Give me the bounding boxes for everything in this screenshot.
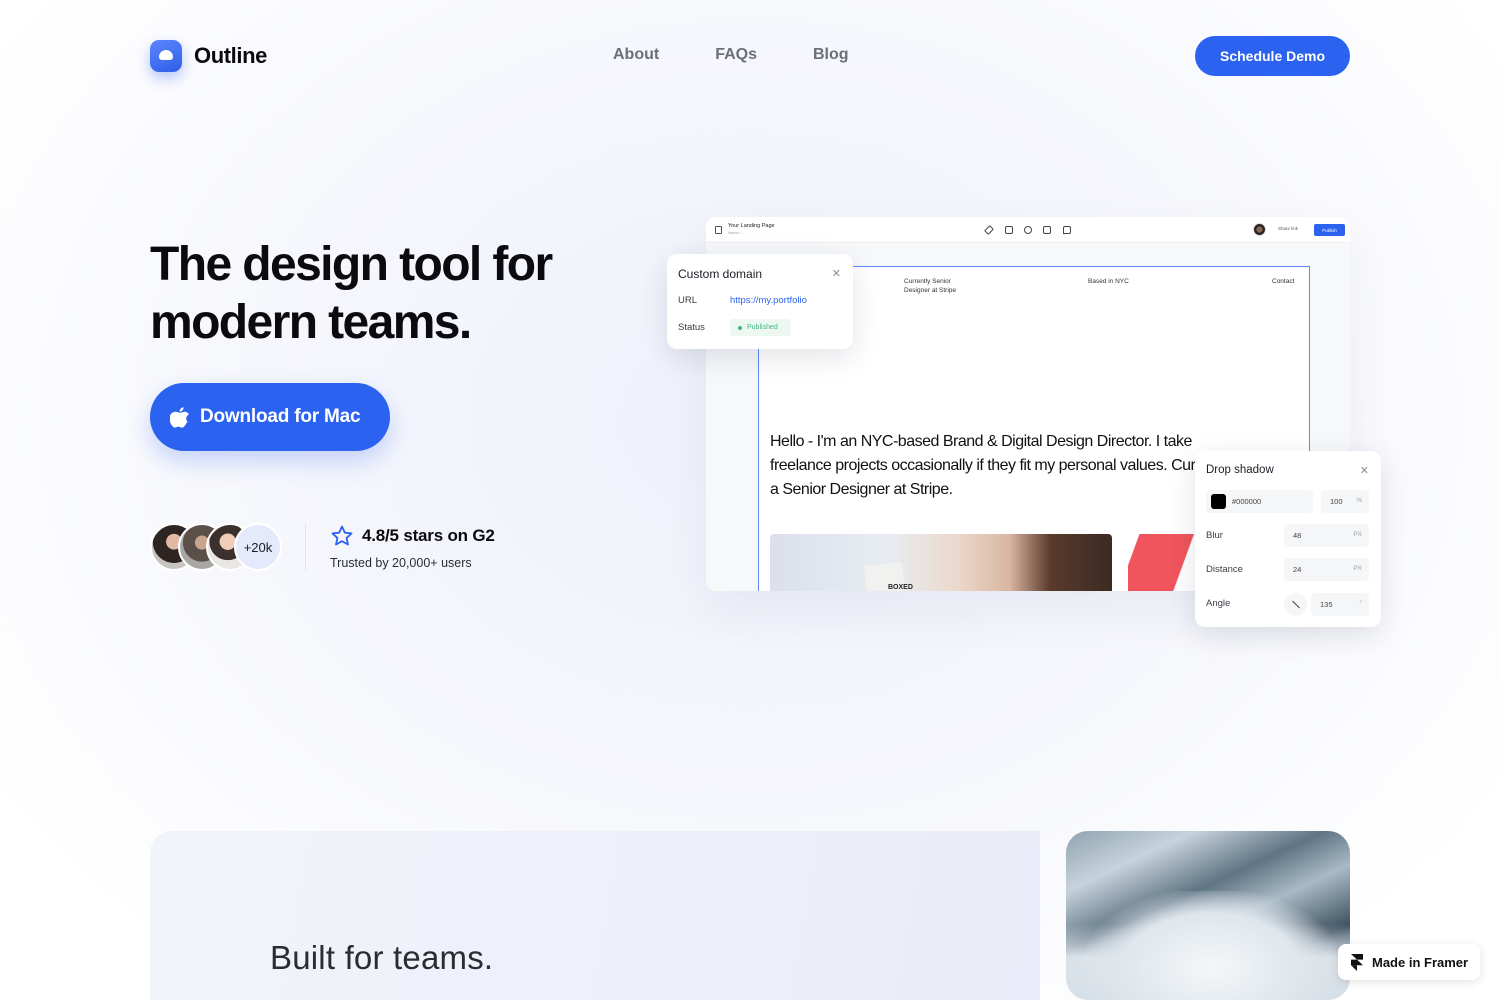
canvas-intro-text: Hello - I'm an NYC-based Brand & Digital… <box>770 433 1232 498</box>
brand-name: Outline <box>194 43 267 68</box>
url-label: URL <box>678 295 698 306</box>
color-field[interactable]: #000000 <box>1206 490 1313 513</box>
star-icon <box>331 525 353 546</box>
opacity-field[interactable]: 100 % <box>1321 490 1369 513</box>
page-icon <box>715 226 722 234</box>
rating-text: 4.8/5 stars on G2 <box>362 526 495 545</box>
distance-label: Distance <box>1206 564 1243 575</box>
url-link[interactable]: https://my.portfolio <box>730 295 807 306</box>
status-label: Status <box>678 322 705 333</box>
canvas-text-location: Based in NYC <box>1088 278 1129 285</box>
page-breadcrumb: Home / ... <box>728 230 746 235</box>
canvas-photo: BOXED <box>770 534 1112 591</box>
distance-value: 24 <box>1293 565 1302 574</box>
user-avatars: +20k <box>150 523 282 571</box>
download-label: Download for Mac <box>200 406 361 427</box>
angle-label: Angle <box>1206 598 1231 609</box>
divider <box>305 523 306 571</box>
top-nav: Outline About FAQs Blog Schedule Demo <box>0 0 1500 112</box>
image-tool-icon[interactable] <box>1043 226 1051 234</box>
product-box-label: BOXED <box>888 584 913 591</box>
popover-title: Drop shadow <box>1206 464 1274 476</box>
opacity-value: 100 <box>1330 497 1343 506</box>
apple-icon <box>170 407 189 428</box>
blur-unit: PX <box>1353 531 1362 538</box>
custom-domain-popover: Custom domain ✕ URL https://my.portfolio… <box>667 254 853 349</box>
publish-button[interactable]: Publish <box>1314 224 1345 236</box>
color-hex-value: #000000 <box>1232 497 1262 506</box>
outline-logo-icon <box>150 40 182 72</box>
popover-title: Custom domain <box>678 267 763 281</box>
nav-link-faqs[interactable]: FAQs <box>715 46 757 64</box>
ellipse-tool-icon[interactable] <box>1024 226 1032 234</box>
blur-value: 48 <box>1293 531 1302 540</box>
nav-link-blog[interactable]: Blog <box>813 46 849 64</box>
app-toolbar: Your Landing Page Home / ... Share link … <box>706 217 1350 243</box>
canvas-text-contact: Contact <box>1272 278 1295 285</box>
angle-value: 135 <box>1320 600 1333 609</box>
distance-field[interactable]: 24 PX <box>1284 558 1369 581</box>
avatar-count-badge: +20k <box>234 523 282 571</box>
nav-links: About FAQs Blog <box>613 46 905 64</box>
frame-tool-icon[interactable] <box>1005 226 1013 234</box>
schedule-demo-button[interactable]: Schedule Demo <box>1195 36 1350 76</box>
mountain-image <box>1066 831 1350 1000</box>
color-swatch[interactable] <box>1211 494 1226 509</box>
feature-card: Built for teams. <box>150 831 1040 1000</box>
brand[interactable]: Outline <box>150 40 267 72</box>
blur-field[interactable]: 48 PX <box>1284 524 1369 547</box>
distance-unit: PX <box>1353 565 1362 572</box>
made-in-framer-badge[interactable]: Made in Framer <box>1338 944 1480 980</box>
feature-title: Built for teams. <box>270 939 494 976</box>
drop-shadow-popover: Drop shadow ✕ #000000 100 % Blur 48 PX D… <box>1195 451 1381 627</box>
avatar[interactable] <box>1253 223 1266 236</box>
canvas-text-role: Currently Senior Designer at Stripe <box>904 278 957 294</box>
comment-tool-icon[interactable] <box>1063 226 1071 234</box>
status-dot-icon <box>738 325 742 330</box>
blur-label: Blur <box>1206 530 1223 541</box>
pen-tool-icon[interactable] <box>984 225 994 235</box>
status-badge: Published <box>730 319 791 336</box>
angle-unit: ° <box>1359 600 1362 607</box>
status-badge-text: Published <box>747 324 778 331</box>
share-link[interactable]: Share link <box>1278 226 1298 231</box>
angle-field[interactable]: 135 ° <box>1311 593 1369 616</box>
opacity-unit: % <box>1356 497 1362 504</box>
nav-link-about[interactable]: About <box>613 46 659 64</box>
g2-rating: 4.8/5 stars on G2 Trusted by 20,000+ use… <box>330 524 495 570</box>
download-for-mac-button[interactable]: Download for Mac <box>150 383 390 451</box>
framer-icon <box>1351 953 1363 971</box>
made-in-framer-label: Made in Framer <box>1372 954 1469 970</box>
close-icon[interactable]: ✕ <box>1360 464 1369 477</box>
rating-subtext: Trusted by 20,000+ users <box>330 556 472 570</box>
page-name: Your Landing Page <box>728 223 775 229</box>
close-icon[interactable]: ✕ <box>832 267 841 280</box>
angle-dial[interactable] <box>1284 593 1307 616</box>
hero-title: The design tool for modern teams. <box>150 238 553 349</box>
